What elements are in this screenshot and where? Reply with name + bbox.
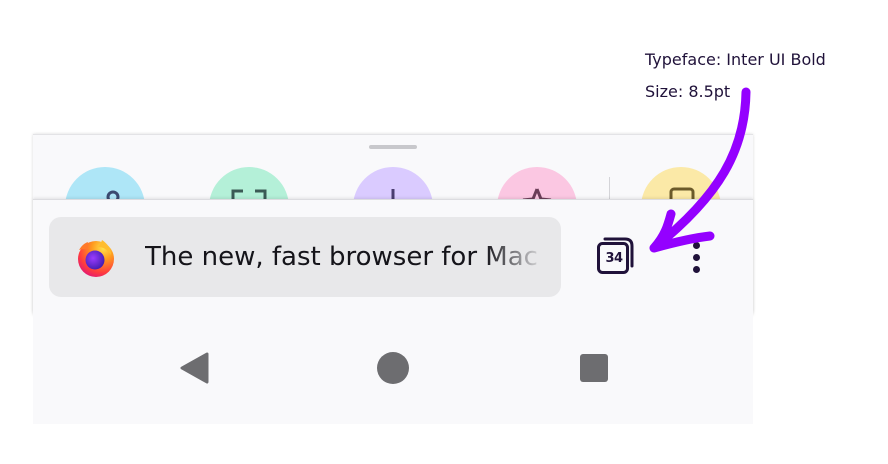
url-text: The new, fast browser for Mac [145,242,538,272]
back-triangle-icon[interactable] [179,351,209,385]
three-dot-menu-button[interactable] [683,236,711,280]
firefox-logo-icon [78,240,114,277]
menu-dot-bottom [693,266,700,273]
url-bar[interactable]: The new, fast browser for Mac [49,217,561,297]
menu-dot-top [693,242,700,249]
system-nav-bar [33,312,753,424]
tabs-count: 34 [605,251,623,266]
annotation-typeface: Typeface: Inter UI Bold [645,50,826,69]
menu-dot-middle [693,254,700,261]
recents-square-icon[interactable] [580,354,608,382]
browser-toolbar: The new, fast browser for Mac 34 [33,199,753,313]
tabs-counter-button[interactable]: 34 [595,236,639,280]
home-circle-icon[interactable] [377,352,409,384]
url-fade [485,217,545,297]
annotation-size: Size: 8.5pt [645,82,731,101]
stage: Typeface: Inter UI Bold Size: 8.5pt The … [0,0,888,464]
drag-handle[interactable] [369,145,417,149]
